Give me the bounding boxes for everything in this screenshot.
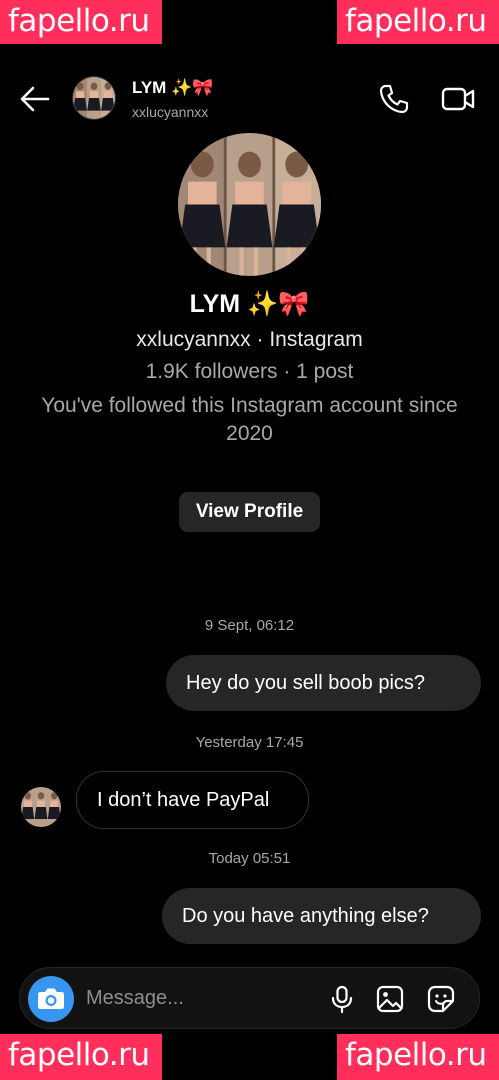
follow-note: You've followed this Instagram account s… bbox=[41, 394, 458, 445]
outgoing-message[interactable]: Do you have anything else? bbox=[162, 888, 481, 944]
message-composer bbox=[19, 967, 480, 1029]
back-arrow-icon[interactable] bbox=[18, 82, 52, 116]
timestamp: Yesterday 17:45 bbox=[195, 734, 304, 751]
watermark: fapello.ru bbox=[0, 0, 162, 44]
profile-stats: 1.9K followers · 1 post bbox=[145, 360, 354, 383]
outgoing-message[interactable]: Hey do you sell boob pics? bbox=[166, 655, 481, 711]
phone-icon[interactable] bbox=[377, 82, 411, 116]
message-input[interactable] bbox=[86, 968, 316, 1028]
watermark: fapello.ru bbox=[337, 0, 499, 44]
incoming-message[interactable]: I don’t have PayPal bbox=[76, 771, 309, 829]
watermark: fapello.ru bbox=[337, 1034, 499, 1080]
header-username[interactable]: xxlucyannxx bbox=[132, 104, 208, 120]
avatar-image bbox=[21, 787, 61, 827]
sticker-icon[interactable] bbox=[426, 984, 456, 1014]
header-avatar[interactable] bbox=[72, 76, 116, 120]
timestamp: Today 05:51 bbox=[208, 850, 291, 867]
profile-subtitle: xxlucyannxx · Instagram bbox=[136, 328, 363, 351]
timestamp: 9 Sept, 06:12 bbox=[204, 617, 295, 634]
profile-name: LYM ✨🎀 bbox=[189, 290, 310, 318]
header-name[interactable]: LYM ✨🎀 bbox=[132, 78, 213, 98]
camera-button[interactable] bbox=[28, 976, 74, 1022]
video-camera-icon[interactable] bbox=[440, 82, 476, 116]
thread-header: LYM ✨🎀 xxlucyannxx bbox=[0, 62, 499, 134]
watermark: fapello.ru bbox=[0, 1034, 162, 1080]
profile-avatar[interactable] bbox=[178, 133, 321, 276]
sender-avatar[interactable] bbox=[21, 787, 61, 827]
avatar-image bbox=[178, 133, 321, 276]
microphone-icon[interactable] bbox=[327, 984, 357, 1014]
avatar-image bbox=[73, 77, 115, 119]
view-profile-button[interactable]: View Profile bbox=[179, 492, 320, 532]
gallery-icon[interactable] bbox=[375, 984, 405, 1014]
camera-icon bbox=[38, 988, 64, 1009]
